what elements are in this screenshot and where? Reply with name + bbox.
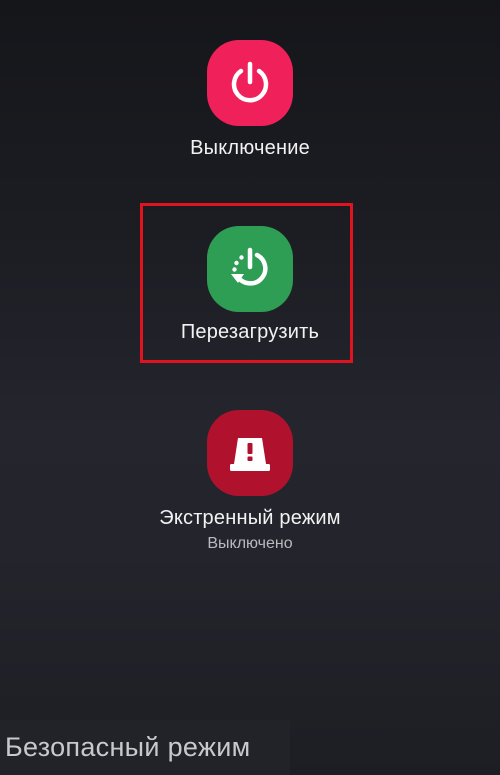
emergency-mode-label: Экстренный режим [159,507,341,529]
emergency-siren-icon [230,438,270,471]
safe-mode-label: Безопасный режим [5,732,251,762]
emergency-mode-status: Выключено [207,535,293,552]
safe-mode-button[interactable]: Безопасный режим [0,720,290,775]
power-off-option[interactable]: Выключение [0,0,500,170]
restart-highlight-frame [140,203,353,363]
emergency-mode-button[interactable] [207,410,293,496]
power-icon [231,61,269,103]
power-menu: Выключение Перезагрузить Экстренный режи… [0,0,500,775]
power-off-button[interactable] [207,40,293,126]
emergency-mode-option[interactable]: Экстренный режим Выключено [0,400,500,560]
power-off-label: Выключение [190,137,310,159]
